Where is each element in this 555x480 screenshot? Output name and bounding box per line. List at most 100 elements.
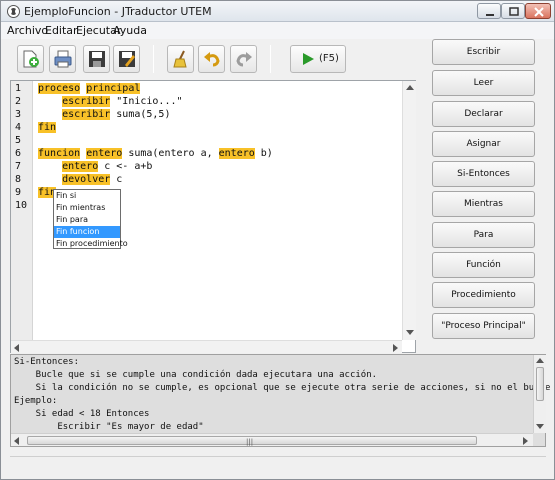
clean-button[interactable] xyxy=(167,45,194,73)
autocomplete-item[interactable]: Fin si xyxy=(54,190,120,202)
help-horizontal-scrollbar[interactable]: ||| xyxy=(11,433,533,446)
proceso-principal-button[interactable]: "Proceso Principal" xyxy=(432,313,535,339)
close-button[interactable] xyxy=(525,3,551,19)
help-panel[interactable]: Si-Entonces: Bucle que si se cumple una … xyxy=(10,354,550,447)
scroll-left-icon[interactable] xyxy=(14,437,19,445)
menu-editar[interactable]: Editar xyxy=(45,24,78,37)
keyword: fin xyxy=(38,122,57,133)
help-line: Bucle que si se cumple una condición dad… xyxy=(14,370,378,380)
scroll-down-icon[interactable] xyxy=(406,330,414,335)
funcion-button[interactable]: Función xyxy=(432,252,535,278)
keyword: funcion xyxy=(38,148,81,159)
print-icon xyxy=(54,50,72,68)
save-as-icon xyxy=(119,51,135,67)
redo-icon xyxy=(236,52,252,67)
code-line: devolver c xyxy=(38,174,122,185)
line-number: 1 xyxy=(15,83,22,94)
si-entonces-button[interactable]: Si-Entonces xyxy=(432,161,535,187)
menu-archivo[interactable]: Archivo xyxy=(7,24,48,37)
line-number: 6 xyxy=(15,148,22,159)
code-line: escribir suma(5,5) xyxy=(38,109,170,120)
keyword: escribir xyxy=(62,96,111,107)
procedimiento-button[interactable]: Procedimiento xyxy=(432,282,535,308)
toolbar: (F5) xyxy=(5,41,420,79)
keyword: proceso xyxy=(38,83,81,94)
scroll-thumb[interactable] xyxy=(536,367,544,401)
maximize-button[interactable] xyxy=(501,3,525,19)
keyword: entero xyxy=(86,148,123,159)
leer-button[interactable]: Leer xyxy=(432,70,535,96)
scroll-right-icon[interactable] xyxy=(393,344,398,352)
help-line: Ejemplo: xyxy=(14,396,58,406)
asignar-button[interactable]: Asignar xyxy=(432,131,535,157)
play-icon xyxy=(303,53,314,65)
escribir-button[interactable]: Escribir xyxy=(432,39,535,65)
code-text: suma(entero a, xyxy=(122,148,219,159)
broom-icon xyxy=(173,50,187,68)
maximize-icon xyxy=(509,7,519,16)
keyword: entero xyxy=(62,161,99,172)
mientras-button[interactable]: Mientras xyxy=(432,191,535,217)
line-number: 2 xyxy=(15,96,22,107)
code-text: "Inicio..." xyxy=(110,96,183,107)
line-number: 8 xyxy=(15,174,22,185)
menu-ayuda[interactable]: Ayuda xyxy=(113,24,147,37)
line-number: 9 xyxy=(15,187,22,198)
status-bar xyxy=(10,456,546,474)
scroll-thumb[interactable]: ||| xyxy=(27,436,477,446)
minimize-icon xyxy=(486,14,494,16)
title-bar[interactable]: EjemploFuncion - JTraductor UTEM xyxy=(1,1,554,22)
java-app-icon xyxy=(7,5,20,18)
autocomplete-popup: Fin si Fin mientras Fin para Fin funcion… xyxy=(53,189,128,250)
help-vertical-scrollbar[interactable] xyxy=(533,355,546,433)
line-number-gutter: 1 2 3 4 5 6 7 8 9 10 xyxy=(11,81,33,340)
save-icon xyxy=(89,51,105,67)
close-icon xyxy=(534,7,544,17)
line-number: 7 xyxy=(15,161,22,172)
toolbar-separator xyxy=(153,45,154,73)
save-button[interactable] xyxy=(83,45,110,73)
autocomplete-item[interactable]: Fin para xyxy=(54,214,120,226)
redo-button[interactable] xyxy=(230,45,257,73)
line-number: 4 xyxy=(15,122,22,133)
autocomplete-item[interactable]: Fin procedimiento xyxy=(54,238,128,250)
scroll-up-icon[interactable] xyxy=(536,358,544,363)
command-sidebar: Escribir Leer Declarar Asignar Si-Entonc… xyxy=(420,33,549,353)
scroll-up-icon[interactable] xyxy=(406,85,414,90)
scroll-down-icon[interactable] xyxy=(536,424,544,429)
declarar-button[interactable]: Declarar xyxy=(432,101,535,127)
grip-icon: ||| xyxy=(246,438,254,446)
code-line: proceso principal xyxy=(38,83,141,94)
autocomplete-item[interactable]: Fin mientras xyxy=(54,202,120,214)
help-line: Si-Entonces: xyxy=(14,357,80,367)
code-line: entero c <- a+b xyxy=(38,161,152,172)
toolbar-separator xyxy=(270,45,271,73)
undo-button[interactable] xyxy=(198,45,225,73)
line-number: 3 xyxy=(15,109,22,120)
code-text: suma(5,5) xyxy=(110,109,171,120)
line-number: 10 xyxy=(15,200,28,211)
autocomplete-item-selected[interactable]: Fin funcion xyxy=(54,226,120,238)
save-as-button[interactable] xyxy=(113,45,140,73)
code-text: c <- a+b xyxy=(98,161,153,172)
help-line: Si edad < 18 Entonces xyxy=(14,409,150,419)
undo-icon xyxy=(204,52,220,67)
keyword: devolver xyxy=(62,174,111,185)
scroll-left-icon[interactable] xyxy=(14,344,19,352)
code-line: fin xyxy=(38,122,57,133)
code-line: funcion entero suma(entero a, entero b) xyxy=(38,148,273,159)
help-line: Si la condición no se cumple, es opciona… xyxy=(14,383,551,393)
keyword: entero xyxy=(218,148,255,159)
minimize-button[interactable] xyxy=(477,3,501,19)
para-button[interactable]: Para xyxy=(432,222,535,248)
editor-horizontal-scrollbar[interactable] xyxy=(11,340,402,353)
new-file-button[interactable] xyxy=(17,45,44,73)
editor-vertical-scrollbar[interactable] xyxy=(402,81,416,340)
run-button[interactable]: (F5) xyxy=(290,45,346,73)
code-text: c xyxy=(110,174,123,185)
scroll-right-icon[interactable] xyxy=(523,437,528,445)
line-number: 5 xyxy=(15,135,22,146)
print-button[interactable] xyxy=(49,45,76,73)
app-window: EjemploFuncion - JTraductor UTEM Archivo… xyxy=(0,0,555,480)
help-line: Escribir "Es mayor de edad" xyxy=(14,422,204,432)
